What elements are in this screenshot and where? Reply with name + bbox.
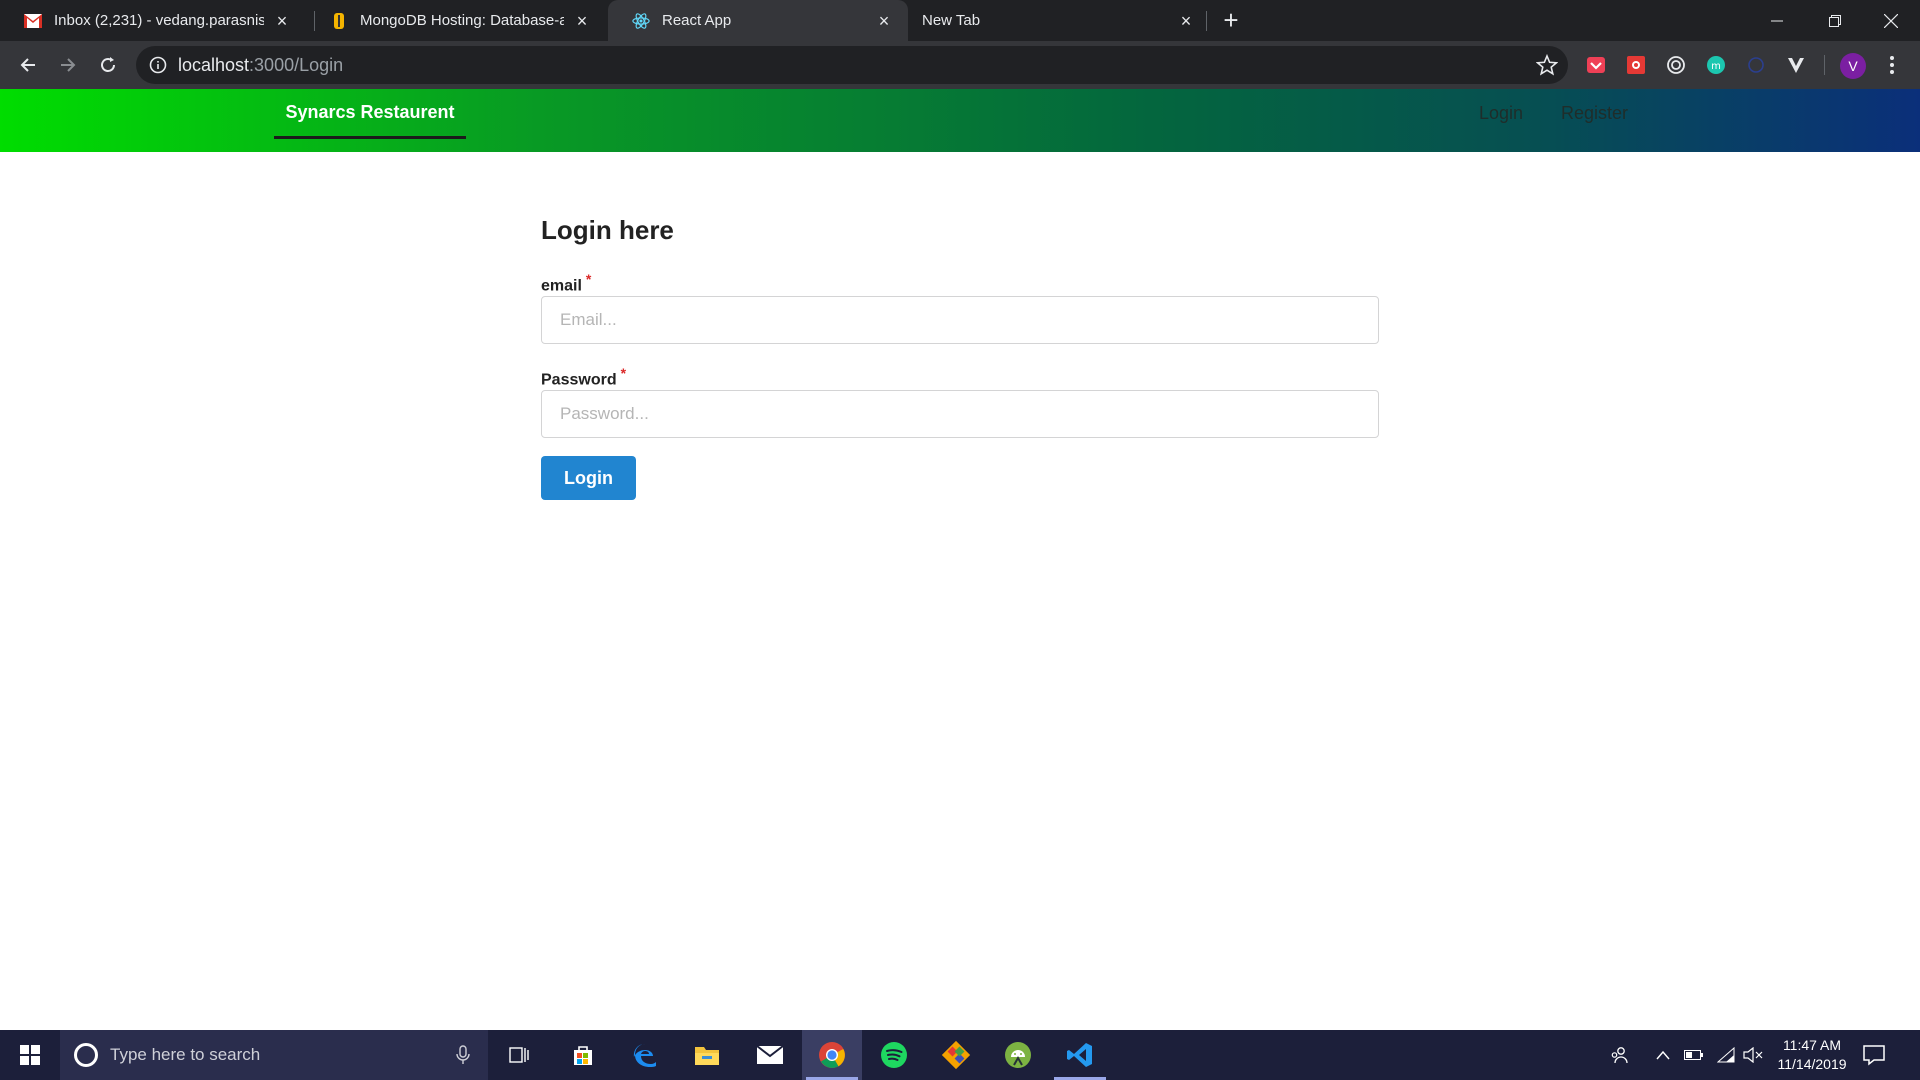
tab-title: React App <box>662 12 732 29</box>
toolbar-separator <box>1824 55 1825 75</box>
pocket-extension-icon[interactable] <box>1584 53 1608 77</box>
task-view-icon[interactable] <box>490 1030 550 1080</box>
cortana-icon <box>74 1043 98 1067</box>
git-icon[interactable] <box>926 1030 986 1080</box>
wifi-icon[interactable] <box>1712 1030 1740 1080</box>
login-form: Login here email* Password* Login <box>541 210 1379 500</box>
volume-muted-icon[interactable] <box>1740 1030 1766 1080</box>
tab-new-tab[interactable]: New Tab × <box>910 0 1210 41</box>
vscode-icon[interactable] <box>1050 1030 1110 1080</box>
tab-separator <box>1206 11 1207 31</box>
teal-extension-icon[interactable]: m <box>1704 53 1728 77</box>
reload-button[interactable] <box>92 49 124 81</box>
site-info-icon[interactable] <box>148 55 168 75</box>
browser-toolbar: localhost:3000/Login m V <box>0 41 1920 89</box>
email-field[interactable] <box>541 296 1379 344</box>
password-label: Password * <box>541 362 1379 388</box>
clock-date: 11/14/2019 <box>1777 1056 1847 1072</box>
windows-taskbar: Type here to search 11:47 AM 11/14/2019 <box>0 1030 1920 1080</box>
back-button[interactable] <box>12 49 44 81</box>
mongodb-icon <box>330 12 348 30</box>
minimize-button[interactable] <box>1748 0 1806 41</box>
password-label-text: Password <box>541 371 617 389</box>
app-header: Synarcs Restaurent Login Register <box>0 89 1920 152</box>
notification-center-icon[interactable] <box>1862 1043 1886 1067</box>
close-tab-icon[interactable]: × <box>572 11 592 31</box>
chevron-up-icon[interactable] <box>1650 1030 1676 1080</box>
tab-title: MongoDB Hosting: Database-as- <box>360 12 564 29</box>
email-label-text: email <box>541 277 582 295</box>
edge-icon[interactable] <box>615 1030 675 1080</box>
svg-text:m: m <box>1711 61 1721 72</box>
profile-avatar[interactable]: V <box>1840 53 1866 79</box>
spotify-icon[interactable] <box>864 1030 924 1080</box>
page-title: Login here <box>541 215 674 245</box>
url-host: localhost <box>178 55 250 75</box>
url-text[interactable]: localhost:3000/Login <box>178 46 343 84</box>
taskbar-search[interactable]: Type here to search <box>60 1030 488 1080</box>
tab-react-app[interactable]: React App × <box>608 0 908 41</box>
search-placeholder: Type here to search <box>110 1045 261 1064</box>
react-icon <box>632 12 650 30</box>
target-extension-icon[interactable] <box>1664 53 1688 77</box>
tab-title: Inbox (2,231) - vedang.parasnis@ <box>54 12 264 29</box>
login-button[interactable]: Login <box>541 456 636 500</box>
close-window-icon <box>1884 13 1898 28</box>
store-icon[interactable] <box>553 1030 613 1080</box>
chrome-icon[interactable] <box>802 1030 862 1080</box>
forward-arrow-icon <box>61 58 76 72</box>
microphone-icon[interactable] <box>456 1045 470 1065</box>
nav-register-link[interactable]: Register <box>1561 89 1628 139</box>
required-marker: * <box>585 271 592 287</box>
reload-icon <box>101 57 115 72</box>
clock-time: 11:47 AM <box>1782 1037 1842 1053</box>
back-arrow-icon <box>20 58 35 72</box>
windows-logo-icon <box>20 1045 40 1065</box>
close-tab-icon[interactable]: × <box>272 11 292 31</box>
new-tab-button[interactable]: + <box>1218 7 1244 34</box>
address-bar[interactable]: localhost:3000/Login <box>136 46 1568 84</box>
close-tab-icon[interactable]: × <box>1176 11 1196 31</box>
extension-red-icon[interactable] <box>1624 53 1648 77</box>
browser-tab-strip: Inbox (2,231) - vedang.parasnis@ × Mongo… <box>0 0 1920 41</box>
url-path: :3000/Login <box>249 55 344 75</box>
android-studio-icon[interactable] <box>988 1030 1048 1080</box>
tab-mongodb[interactable]: MongoDB Hosting: Database-as- × <box>306 0 606 41</box>
tab-gmail[interactable]: Inbox (2,231) - vedang.parasnis@ × <box>0 0 306 41</box>
file-explorer-icon[interactable] <box>677 1030 737 1080</box>
email-label: email * <box>541 268 1379 294</box>
nav-login-link[interactable]: Login <box>1479 89 1523 139</box>
password-field[interactable] <box>541 390 1379 438</box>
people-icon[interactable] <box>1604 1030 1634 1080</box>
tab-title: New Tab <box>922 12 981 29</box>
close-window-button[interactable] <box>1862 0 1920 41</box>
brand-link[interactable]: Synarcs Restaurent <box>274 89 466 139</box>
close-tab-icon[interactable]: × <box>874 11 894 31</box>
vimium-extension-icon[interactable] <box>1784 53 1808 77</box>
mail-icon[interactable] <box>740 1030 800 1080</box>
required-marker: * <box>620 365 627 381</box>
forward-button[interactable] <box>52 49 84 81</box>
system-clock[interactable]: 11:47 AM 11/14/2019 <box>1764 1036 1860 1074</box>
start-button[interactable] <box>0 1030 60 1080</box>
minimize-icon <box>1771 20 1783 21</box>
browser-menu-icon[interactable] <box>1880 53 1904 77</box>
battery-icon[interactable] <box>1680 1030 1708 1080</box>
restore-icon <box>1829 14 1841 27</box>
blue-extension-icon[interactable] <box>1744 53 1768 77</box>
bookmark-star-icon[interactable] <box>1536 54 1558 76</box>
gmail-icon <box>24 12 42 30</box>
restore-button[interactable] <box>1806 0 1864 41</box>
